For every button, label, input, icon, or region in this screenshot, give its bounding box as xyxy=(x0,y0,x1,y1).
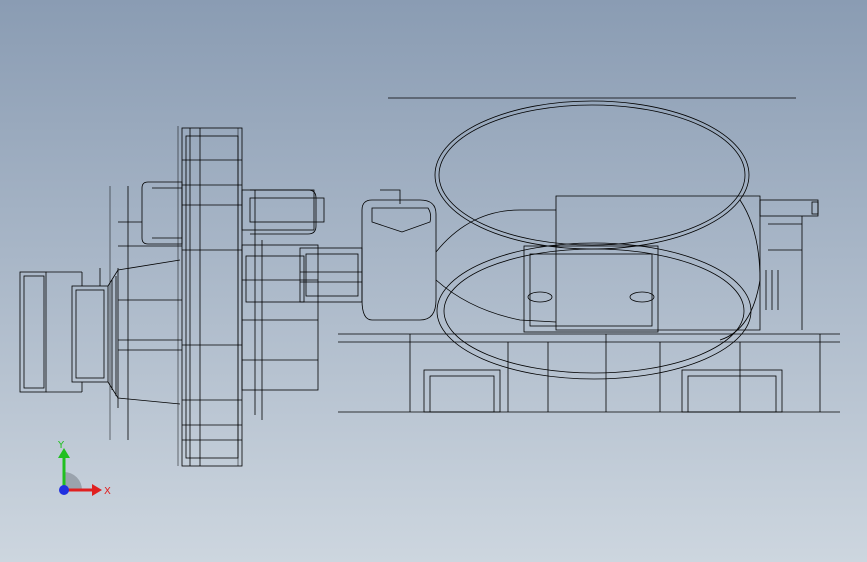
triad-z-axis-dot xyxy=(59,485,69,495)
flange-disk xyxy=(181,127,243,467)
right-pin xyxy=(759,199,819,330)
triad-x-label: X xyxy=(104,486,111,497)
throttle-body xyxy=(361,97,796,380)
triad-y-label: Y xyxy=(57,440,65,451)
hub-right xyxy=(241,189,325,420)
left-end-cap xyxy=(19,271,82,393)
wireframe-model[interactable] xyxy=(0,0,867,562)
coordinate-triad: Y X xyxy=(57,440,111,497)
left-collar xyxy=(71,259,181,408)
shaft xyxy=(299,247,363,303)
construction-lines xyxy=(109,126,239,466)
triad-x-arrow xyxy=(92,484,102,496)
graphics-viewport[interactable]: Y X xyxy=(0,0,867,562)
